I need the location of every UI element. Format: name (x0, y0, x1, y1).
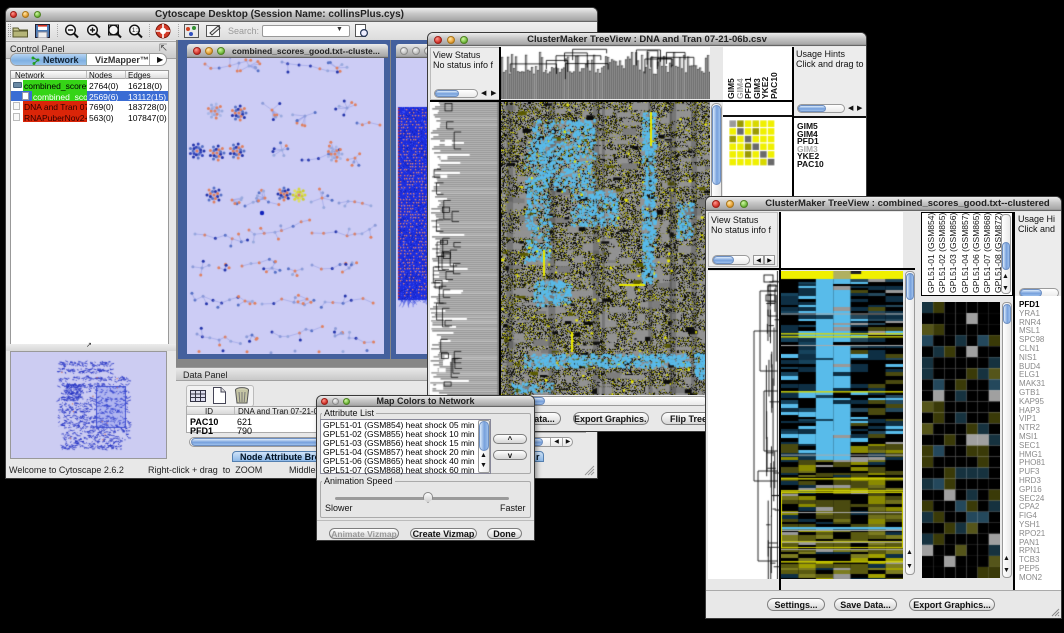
svg-text:1:1: 1:1 (132, 28, 141, 34)
